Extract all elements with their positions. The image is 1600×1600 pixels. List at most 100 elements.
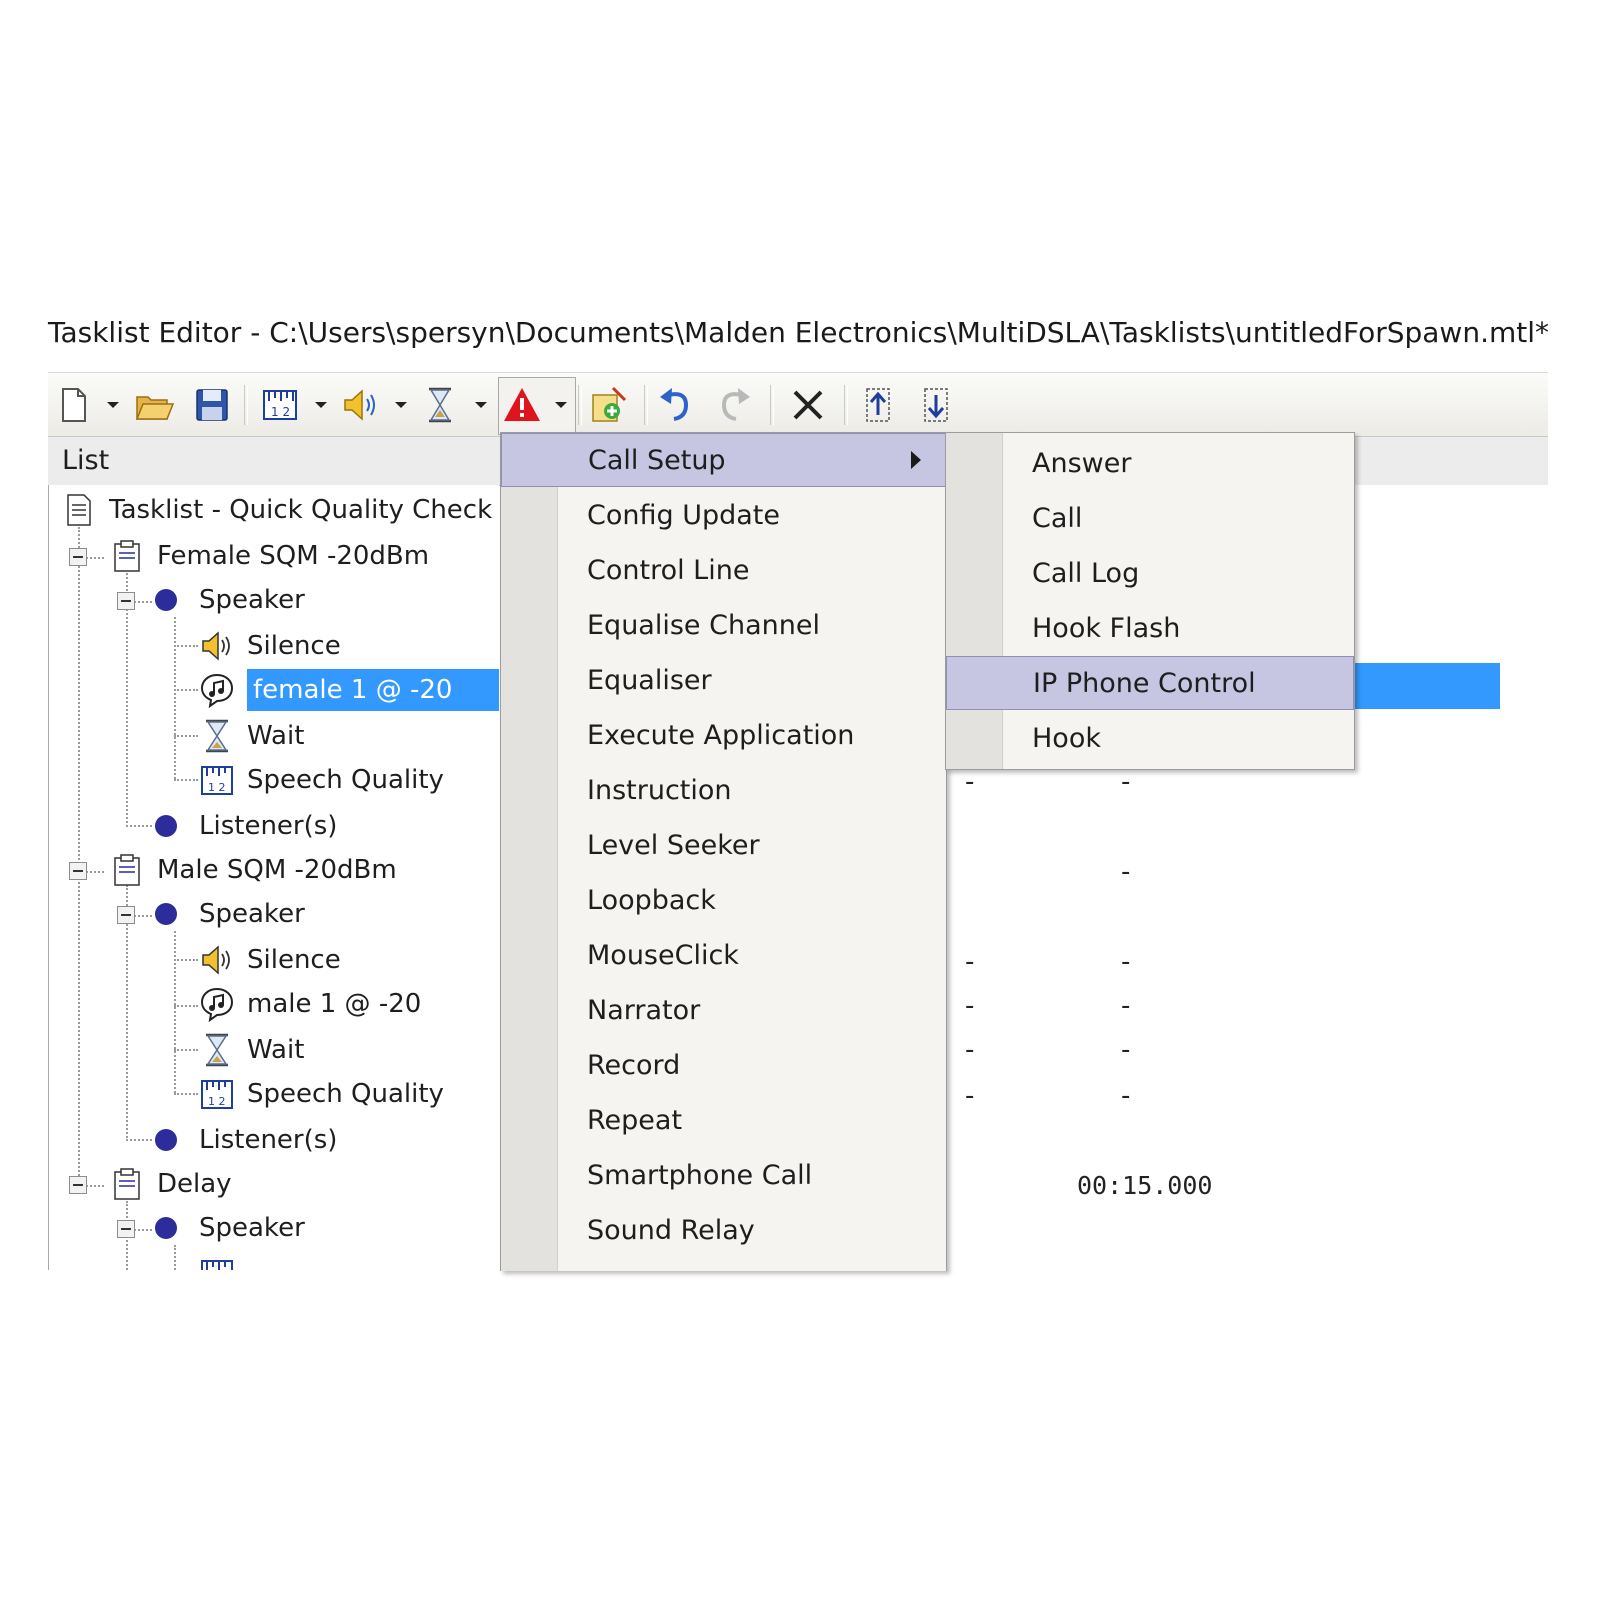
tasklist-icon bbox=[59, 490, 99, 530]
submenu-item-hook-flash[interactable]: Hook Flash bbox=[946, 601, 1354, 655]
submenu-item-call[interactable]: Call bbox=[946, 491, 1354, 545]
speaker-dot-icon bbox=[155, 589, 177, 611]
tree-item-label: Wait bbox=[247, 721, 305, 751]
warning-dropdown-icon[interactable] bbox=[554, 397, 568, 411]
column-cell: - bbox=[1121, 1035, 1131, 1065]
tree-group[interactable]: Female SQM -20dBm bbox=[107, 535, 429, 577]
submenu-item-ip-phone-control[interactable]: IP Phone Control bbox=[946, 656, 1354, 710]
tree-listener-label: Listener(s) bbox=[199, 1125, 338, 1155]
menu-item-sound-relay[interactable]: Sound Relay bbox=[501, 1203, 946, 1257]
task-group-icon bbox=[107, 850, 147, 890]
menu-item-equaliser[interactable]: Equaliser bbox=[501, 653, 946, 707]
tree-item[interactable]: 1 2 Speech Quality bbox=[197, 759, 444, 801]
menu-item-execute-application[interactable]: Execute Application bbox=[501, 708, 946, 762]
svg-text:1 2: 1 2 bbox=[208, 781, 226, 794]
listener-dot-icon bbox=[155, 1129, 177, 1151]
warning-icon[interactable] bbox=[502, 385, 542, 425]
column-cell: - bbox=[1121, 991, 1131, 1021]
tree-listener[interactable]: Listener(s) bbox=[145, 1119, 337, 1161]
svg-text:1 2: 1 2 bbox=[271, 405, 290, 419]
collapse-male-sqm-icon[interactable] bbox=[69, 862, 87, 880]
column-cell: - bbox=[965, 947, 975, 977]
audio-file-icon bbox=[197, 984, 237, 1024]
new-dropdown-icon[interactable] bbox=[106, 397, 120, 411]
speech-quality-icon: 1 2 bbox=[197, 1074, 237, 1114]
hourglass-icon bbox=[197, 1030, 237, 1070]
open-folder-icon[interactable] bbox=[134, 385, 174, 425]
column-cell: - bbox=[965, 1081, 975, 1111]
collapse-male-speaker-icon[interactable] bbox=[117, 906, 135, 924]
new-icon[interactable] bbox=[54, 385, 94, 425]
insert-task-menu: Call Setup Config Update Control Line Eq… bbox=[500, 432, 947, 1271]
menu-item-config-update[interactable]: Config Update bbox=[501, 488, 946, 542]
tree-speaker[interactable]: Speaker bbox=[145, 893, 305, 935]
tree-speaker-label: Speaker bbox=[199, 585, 305, 615]
move-down-icon[interactable] bbox=[916, 385, 956, 425]
delete-icon[interactable] bbox=[788, 385, 828, 425]
speech-quality-icon[interactable]: 1 2 bbox=[260, 385, 300, 425]
tree-item-label: Silence bbox=[247, 945, 341, 975]
column-cell: - bbox=[1121, 1081, 1131, 1111]
menu-item-mouseclick[interactable]: MouseClick bbox=[501, 928, 946, 982]
tree-speaker[interactable]: Speaker bbox=[145, 1207, 305, 1249]
menu-item-level-seeker[interactable]: Level Seeker bbox=[501, 818, 946, 872]
menu-item-record[interactable]: Record bbox=[501, 1038, 946, 1092]
tree-item[interactable]: Wait bbox=[197, 1029, 304, 1071]
menu-item-loopback[interactable]: Loopback bbox=[501, 873, 946, 927]
menu-item-control-line[interactable]: Control Line bbox=[501, 543, 946, 597]
menu-item-instruction[interactable]: Instruction bbox=[501, 763, 946, 817]
menu-item-equalise-channel[interactable]: Equalise Channel bbox=[501, 598, 946, 652]
list-column-header[interactable]: List bbox=[62, 445, 109, 476]
tree-group-label: Delay bbox=[157, 1169, 232, 1199]
tree-listener[interactable]: Listener(s) bbox=[145, 805, 337, 847]
tree-group[interactable]: Delay bbox=[107, 1163, 232, 1205]
submenu-item-answer[interactable]: Answer bbox=[946, 436, 1354, 490]
redo-icon[interactable] bbox=[714, 385, 754, 425]
submenu-item-hook[interactable]: Hook bbox=[946, 711, 1354, 765]
move-up-icon[interactable] bbox=[858, 385, 898, 425]
tree-item-selected[interactable]: female 1 @ -20 bbox=[197, 669, 499, 711]
collapse-female-sqm-icon[interactable] bbox=[69, 548, 87, 566]
menu-item-call-setup[interactable]: Call Setup bbox=[501, 433, 946, 487]
tree-item[interactable]: male 1 @ -20 bbox=[197, 983, 421, 1025]
column-cell: - bbox=[965, 767, 975, 797]
task-group-icon bbox=[107, 1164, 147, 1204]
submenu-arrow-icon bbox=[911, 451, 921, 469]
tree-group-label: Male SQM -20dBm bbox=[157, 855, 397, 885]
tree-root[interactable]: Tasklist - Quick Quality Check bbox=[59, 489, 492, 531]
tree-item[interactable]: Wait bbox=[197, 715, 304, 757]
save-icon[interactable] bbox=[192, 385, 232, 425]
menu-item-smartphone-call[interactable]: Smartphone Call bbox=[501, 1148, 946, 1202]
call-setup-submenu: Answer Call Call Log Hook Flash IP Phone… bbox=[945, 432, 1355, 770]
task-group-icon bbox=[107, 536, 147, 576]
tree-item-partial[interactable] bbox=[197, 1253, 247, 1270]
hourglass-icon bbox=[197, 716, 237, 756]
tree-item[interactable]: 1 2 Speech Quality bbox=[197, 1073, 444, 1115]
tree-group[interactable]: Male SQM -20dBm bbox=[107, 849, 397, 891]
hourglass-dropdown-icon[interactable] bbox=[474, 397, 488, 411]
tree-root-label: Tasklist - Quick Quality Check bbox=[109, 495, 493, 525]
speaker-dropdown-icon[interactable] bbox=[394, 397, 408, 411]
tree-item-label: Speech Quality bbox=[247, 1079, 444, 1109]
undo-icon[interactable] bbox=[656, 385, 696, 425]
window-title: Tasklist Editor - C:\Users\spersyn\Docum… bbox=[48, 316, 1550, 349]
tree-speaker-label: Speaker bbox=[199, 1213, 305, 1243]
tree-item[interactable]: Silence bbox=[197, 625, 341, 667]
task-tree[interactable]: Tasklist - Quick Quality Check Female SQ… bbox=[48, 485, 499, 1270]
tree-item[interactable]: Silence bbox=[197, 939, 341, 981]
collapse-delay-icon[interactable] bbox=[69, 1176, 87, 1194]
speaker-dot-icon bbox=[155, 1217, 177, 1239]
submenu-item-call-log[interactable]: Call Log bbox=[946, 546, 1354, 600]
hourglass-icon[interactable] bbox=[420, 385, 460, 425]
tree-speaker[interactable]: Speaker bbox=[145, 579, 305, 621]
collapse-female-speaker-icon[interactable] bbox=[117, 592, 135, 610]
column-cell: - bbox=[965, 1035, 975, 1065]
collapse-delay-speaker-icon[interactable] bbox=[117, 1220, 135, 1238]
add-task-icon[interactable] bbox=[588, 385, 628, 425]
column-cell: - bbox=[1121, 767, 1131, 797]
menu-item-repeat[interactable]: Repeat bbox=[501, 1093, 946, 1147]
speaker-icon[interactable] bbox=[340, 385, 380, 425]
menu-item-narrator[interactable]: Narrator bbox=[501, 983, 946, 1037]
column-cell: - bbox=[1121, 947, 1131, 977]
speech-quality-dropdown-icon[interactable] bbox=[314, 397, 328, 411]
